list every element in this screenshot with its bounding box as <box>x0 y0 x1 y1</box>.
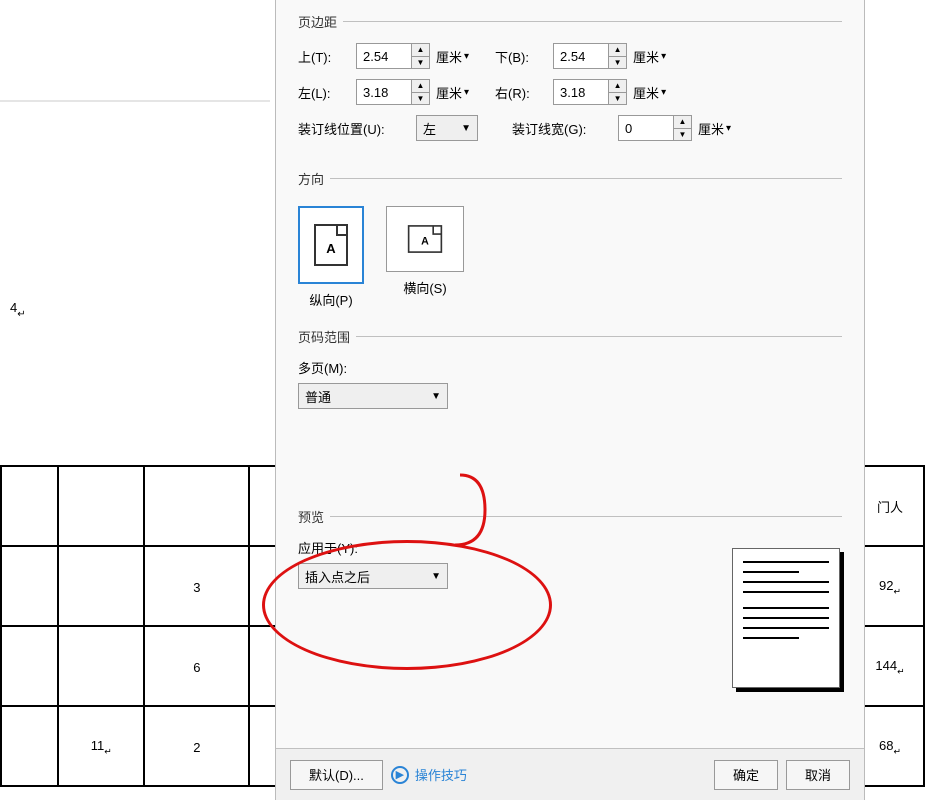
spinner-up-icon[interactable]: ▲ <box>412 44 429 57</box>
margin-right-label: 右(R): <box>495 83 547 102</box>
margin-top-label: 上(T): <box>298 47 350 66</box>
multipage-dropdown[interactable]: 普通 ▼ <box>298 383 448 409</box>
caret-down-icon: ▼ <box>431 391 441 402</box>
caret-down-icon: ▾ <box>464 87 469 98</box>
portrait-icon: A <box>313 223 349 267</box>
spinner-down-icon[interactable]: ▼ <box>412 93 429 105</box>
gutter-width-unit[interactable]: 厘米▾ <box>698 119 731 138</box>
svg-text:A: A <box>326 241 336 256</box>
spinner-down-icon[interactable]: ▼ <box>674 129 691 141</box>
background-marker: 4↵ <box>10 295 26 320</box>
landscape-icon: A <box>407 217 443 261</box>
caret-down-icon: ▼ <box>461 123 471 134</box>
play-icon: ▶ <box>391 766 409 784</box>
multipage-label: 多页(M): <box>298 361 347 376</box>
page-setup-dialog: 页边距 上(T): ▲▼ 厘米▾ 下(B): ▲▼ 厘米▾ 左(L): <box>275 0 865 800</box>
page-range-group: 页码范围 多页(M): 普通 ▼ <box>298 327 842 409</box>
gutter-width-label: 装订线宽(G): <box>512 119 612 138</box>
default-button[interactable]: 默认(D)... <box>290 760 383 790</box>
orientation-portrait-label: 纵向(P) <box>309 290 352 309</box>
preview-legend: 预览 <box>298 507 330 526</box>
caret-down-icon: ▾ <box>464 51 469 62</box>
page-range-legend: 页码范围 <box>298 327 356 346</box>
svg-text:A: A <box>421 236 429 248</box>
margin-left-unit[interactable]: 厘米▾ <box>436 83 469 102</box>
spinner-down-icon[interactable]: ▼ <box>609 57 626 69</box>
caret-down-icon: ▾ <box>726 123 731 134</box>
spinner-down-icon[interactable]: ▼ <box>412 57 429 69</box>
orientation-portrait-button[interactable]: A 纵向(P) <box>298 206 364 309</box>
margin-left-spinner[interactable]: ▲▼ <box>356 79 430 105</box>
margins-legend: 页边距 <box>298 12 343 31</box>
margin-bottom-spinner[interactable]: ▲▼ <box>553 43 627 69</box>
orientation-landscape-button[interactable]: A 横向(S) <box>386 206 464 309</box>
spinner-up-icon[interactable]: ▲ <box>674 116 691 129</box>
apply-to-label: 应用于(Y): <box>298 541 358 556</box>
margins-group: 页边距 上(T): ▲▼ 厘米▾ 下(B): ▲▼ 厘米▾ 左(L): <box>298 12 842 151</box>
margin-right-input[interactable] <box>554 80 608 104</box>
margin-left-input[interactable] <box>357 80 411 104</box>
margin-right-spinner[interactable]: ▲▼ <box>553 79 627 105</box>
caret-down-icon: ▾ <box>661 51 666 62</box>
ok-button[interactable]: 确定 <box>714 760 778 790</box>
gutter-width-spinner[interactable]: ▲▼ <box>618 115 692 141</box>
margin-top-spinner[interactable]: ▲▼ <box>356 43 430 69</box>
caret-down-icon: ▼ <box>431 571 441 582</box>
gutter-width-input[interactable] <box>619 116 673 140</box>
cancel-button[interactable]: 取消 <box>786 760 850 790</box>
margin-bottom-label: 下(B): <box>495 47 547 66</box>
margin-top-unit[interactable]: 厘米▾ <box>436 47 469 66</box>
gutter-position-label: 装订线位置(U): <box>298 119 410 138</box>
margin-right-unit[interactable]: 厘米▾ <box>633 83 666 102</box>
preview-thumbnail <box>732 548 840 688</box>
orientation-landscape-label: 横向(S) <box>403 278 446 297</box>
spinner-up-icon[interactable]: ▲ <box>609 80 626 93</box>
caret-down-icon: ▾ <box>661 87 666 98</box>
tips-link[interactable]: ▶ 操作技巧 <box>391 765 467 784</box>
gutter-position-dropdown[interactable]: 左 ▼ <box>416 115 478 141</box>
orientation-legend: 方向 <box>298 169 330 188</box>
spinner-up-icon[interactable]: ▲ <box>412 80 429 93</box>
margin-top-input[interactable] <box>357 44 411 68</box>
spinner-down-icon[interactable]: ▼ <box>609 93 626 105</box>
apply-to-dropdown[interactable]: 插入点之后 ▼ <box>298 563 448 589</box>
dialog-button-bar: 默认(D)... ▶ 操作技巧 确定 取消 <box>276 748 864 800</box>
margin-bottom-input[interactable] <box>554 44 608 68</box>
margin-bottom-unit[interactable]: 厘米▾ <box>633 47 666 66</box>
margin-left-label: 左(L): <box>298 83 350 102</box>
orientation-group: 方向 A 纵向(P) A 横向(S) <box>298 169 842 309</box>
spinner-up-icon[interactable]: ▲ <box>609 44 626 57</box>
